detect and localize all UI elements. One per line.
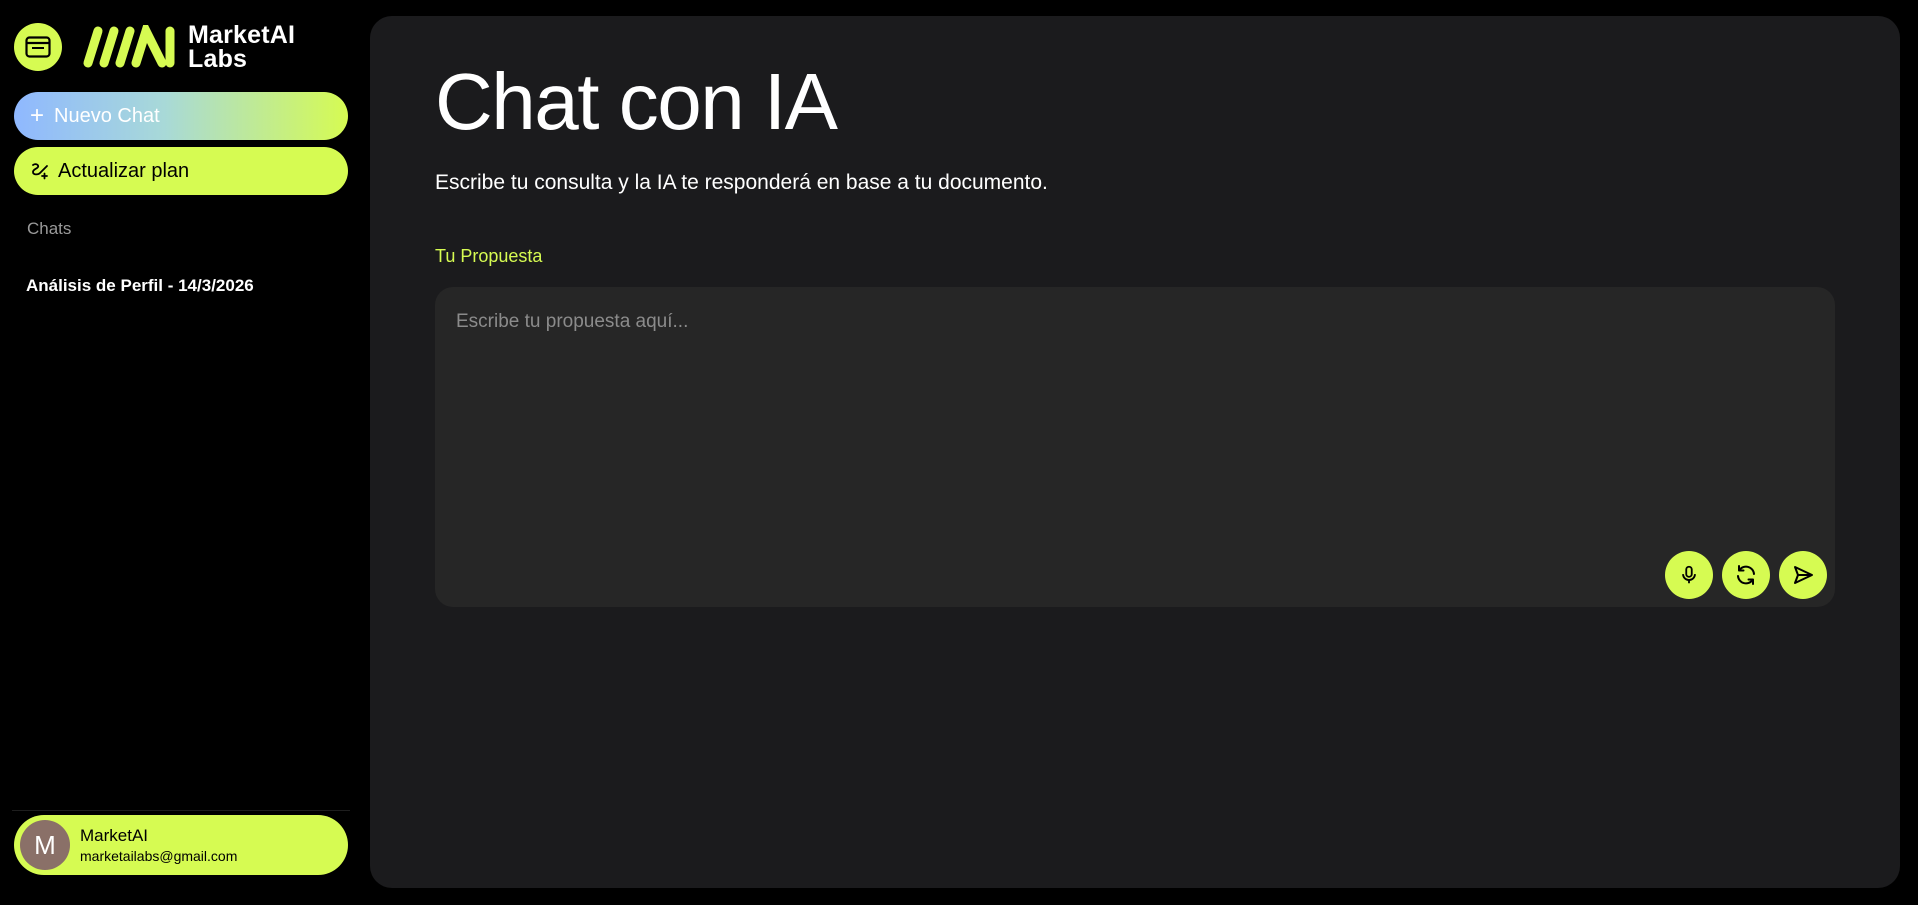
brand-logo[interactable]: MarketAI Labs: [78, 21, 296, 73]
send-button[interactable]: [1779, 551, 1827, 599]
sidebar: MarketAI Labs + Nuevo Chat Actualizar pl…: [0, 0, 362, 905]
upgrade-plan-label: Actualizar plan: [58, 159, 190, 182]
user-name: MarketAI: [80, 826, 149, 845]
app-root: MarketAI Labs + Nuevo Chat Actualizar pl…: [0, 0, 1918, 905]
refresh-icon: [1737, 565, 1755, 585]
brand-name-line1: MarketAI: [188, 21, 296, 49]
proposal-label: Tu Propuesta: [435, 246, 543, 266]
upgrade-plan-button[interactable]: Actualizar plan: [14, 147, 348, 195]
brand-name: MarketAI Labs: [188, 21, 296, 73]
sidebar-toggle-button[interactable]: [14, 23, 62, 71]
microphone-icon: [1682, 565, 1696, 584]
brand-row: MarketAI Labs: [14, 22, 295, 72]
user-email: marketailabs@gmail.com: [80, 848, 238, 864]
proposal-box: [435, 287, 1835, 607]
page-subtitle: Escribe tu consulta y la IA te responder…: [435, 171, 1048, 194]
plus-icon: +: [30, 102, 45, 129]
proposal-input[interactable]: [435, 287, 1835, 607]
chats-heading: Chats: [27, 219, 72, 238]
upgrade-sparkle-icon: [30, 161, 50, 181]
main-panel: Chat con IA Escribe tu consulta y la IA …: [370, 16, 1900, 888]
voice-input-button[interactable]: [1665, 551, 1713, 599]
new-chat-button[interactable]: + Nuevo Chat: [14, 92, 348, 140]
page-title: Chat con IA: [435, 57, 838, 146]
sidebar-window-icon: [25, 36, 51, 58]
user-profile-card[interactable]: M MarketAI marketailabs@gmail.com: [14, 815, 348, 875]
brand-name-line2: Labs: [188, 45, 248, 73]
new-chat-label: Nuevo Chat: [54, 104, 160, 127]
chat-list-item[interactable]: Análisis de Perfil - 14/3/2026: [26, 276, 254, 296]
refresh-button[interactable]: [1722, 551, 1770, 599]
brand-mark-icon: [83, 25, 175, 68]
avatar: M: [20, 820, 70, 870]
prompt-actions: [1665, 551, 1827, 599]
send-icon: [1794, 566, 1813, 584]
sidebar-divider: [12, 810, 350, 811]
user-info: MarketAI marketailabs@gmail.com: [80, 826, 237, 864]
